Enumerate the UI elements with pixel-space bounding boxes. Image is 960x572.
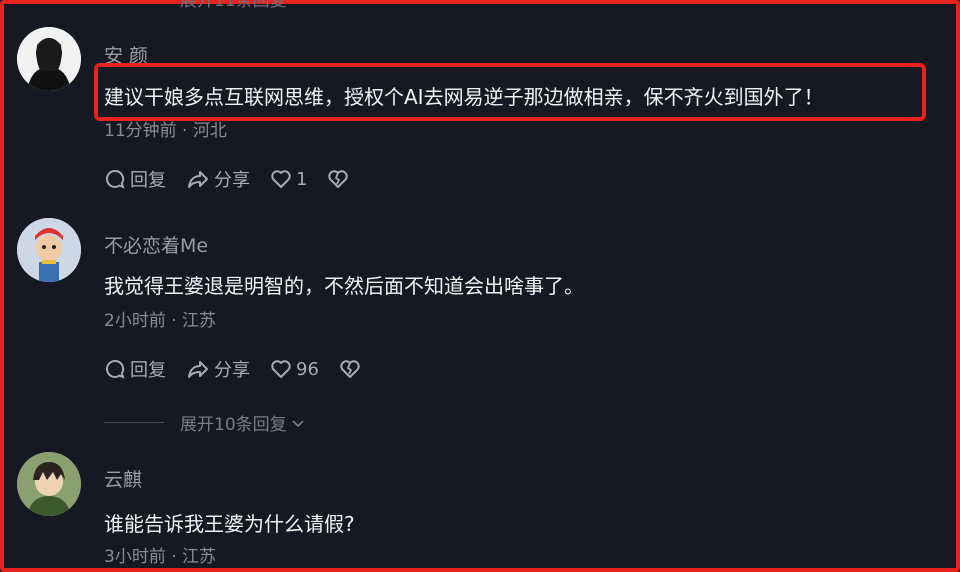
comment-meta: 11分钟前 · 河北 <box>104 121 227 141</box>
comment-bubble-icon <box>106 169 125 189</box>
comment-bubble-icon <box>106 359 125 379</box>
share-arrow-icon <box>188 361 208 378</box>
like-button[interactable]: 1 <box>270 168 307 190</box>
avatar-cartoon-icon <box>17 218 81 282</box>
like-button[interactable]: 96 <box>270 358 319 380</box>
expand-replies-partial[interactable]: 展开11条回复 <box>180 0 287 11</box>
comment-username[interactable]: 不必恋着Me <box>104 231 208 258</box>
dislike-button[interactable] <box>339 358 365 380</box>
heart-icon <box>271 360 291 378</box>
expand-replies-label: 展开10条回复 <box>180 415 287 435</box>
reply-button[interactable]: 回复 <box>104 356 166 382</box>
reply-button[interactable]: 回复 <box>104 166 166 192</box>
expand-replies-button[interactable]: 展开10条回复 <box>104 410 305 435</box>
share-arrow-icon <box>188 171 208 188</box>
comment-meta: 3小时前 · 江苏 <box>104 547 217 567</box>
share-button[interactable]: 分享 <box>186 166 250 192</box>
broken-heart-icon <box>328 170 349 188</box>
avatar[interactable] <box>17 27 81 91</box>
avatar-silhouette-icon <box>17 27 81 91</box>
avatar[interactable] <box>17 218 81 282</box>
like-count: 1 <box>296 168 308 190</box>
comment-username[interactable]: 云麒 <box>104 465 142 492</box>
heart-icon <box>271 170 291 188</box>
broken-heart-icon <box>340 360 360 378</box>
comment-text: 谁能告诉我王婆为什么请假? <box>104 512 355 536</box>
share-button[interactable]: 分享 <box>186 356 250 382</box>
reply-label: 回复 <box>130 170 166 191</box>
like-count: 96 <box>296 358 319 380</box>
comment-text: 建议干娘多点互联网思维，授权个AI去网易逆子那边做相亲，保不齐火到国外了！ <box>104 85 824 109</box>
chevron-down-icon <box>292 419 304 427</box>
comment-actions: 回复 分享 1 <box>104 166 373 192</box>
share-label: 分享 <box>214 170 250 191</box>
comment-text: 我觉得王婆退是明智的，不然后面不知道会出啥事了。 <box>104 274 584 298</box>
divider <box>104 422 164 423</box>
avatar-anime-icon <box>17 452 81 516</box>
avatar[interactable] <box>17 452 81 516</box>
reply-label: 回复 <box>130 360 166 381</box>
dislike-button[interactable] <box>327 168 353 190</box>
comment-actions: 回复 分享 96 <box>104 356 385 382</box>
comment-meta: 2小时前 · 江苏 <box>104 311 217 331</box>
share-label: 分享 <box>214 360 250 381</box>
